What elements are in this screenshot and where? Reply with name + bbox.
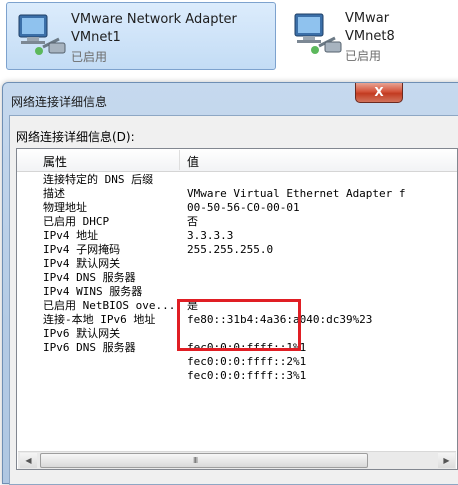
scroll-grip: III [193, 456, 198, 465]
property-cell: IPv4 子网掩码 [43, 243, 121, 256]
scroll-thumb[interactable]: III [40, 453, 368, 468]
value-cell: 00-50-56-C0-00-01 [187, 201, 300, 214]
adapter-network: VMnet1 [71, 30, 121, 45]
property-cell: 已启用 NetBIOS ove... [43, 299, 176, 312]
table-row[interactable]: IPv4 地址 3.3.3.3 [17, 229, 457, 243]
table-row[interactable]: fec0:0:0:ffff::3%1 [17, 369, 457, 383]
value-cell: VMware Virtual Ethernet Adapter f [187, 187, 406, 200]
value-cell: 3.3.3.3 [187, 229, 234, 242]
dialog-title: 网络连接详细信息 [11, 95, 108, 109]
column-header-property[interactable]: 属性 [43, 153, 67, 170]
value-cell: fec0:0:0:ffff::3%1 [187, 369, 307, 382]
ip-highlight-annotation [177, 299, 301, 351]
table-row[interactable]: 连接特定的 DNS 后缀 [17, 173, 457, 187]
scroll-left-icon[interactable]: ◀ [20, 453, 37, 468]
adapter-status: 已启用 [345, 49, 382, 63]
network-connections-strip: VMware Network Adapter VMnet1 已启用 VMwar … [0, 0, 458, 72]
property-cell: IPv6 默认网关 [43, 327, 121, 340]
column-separator[interactable] [179, 150, 180, 170]
network-adapter-icon [18, 14, 66, 55]
dialog-body: 网络连接详细信息(D): 属性 值 连接特定的 DNS 后缀 描述 VMware … [9, 115, 458, 485]
adapter-vmnet8[interactable]: VMwar VMnet8 已启用 [285, 2, 458, 68]
table-row[interactable]: 描述 VMware Virtual Ethernet Adapter f [17, 187, 457, 201]
property-cell: IPv6 DNS 服务器 [43, 341, 136, 354]
table-row[interactable]: 物理地址 00-50-56-C0-00-01 [17, 201, 457, 215]
column-header-value[interactable]: 值 [187, 153, 199, 170]
table-row[interactable]: fec0:0:0:ffff::2%1 [17, 355, 457, 369]
details-list-label: 网络连接详细信息(D): [16, 130, 135, 144]
property-cell: 已启用 DHCP [43, 215, 110, 228]
property-cell: IPv4 WINS 服务器 [43, 285, 143, 298]
property-cell: 连接-本地 IPv6 地址 [43, 313, 156, 326]
details-listview[interactable]: 属性 值 连接特定的 DNS 后缀 描述 VMware Virtual Ether… [16, 148, 458, 470]
table-row[interactable]: IPv4 子网掩码 255.255.255.0 [17, 243, 457, 257]
network-details-dialog: 网络连接详细信息 X 网络连接详细信息(D): 属性 值 连接特定的 DNS 后… [2, 82, 458, 485]
value-cell: 255.255.255.0 [187, 243, 274, 256]
table-row[interactable]: IPv4 DNS 服务器 [17, 271, 457, 285]
close-button[interactable]: X [355, 83, 403, 103]
adapter-vmnet1[interactable]: VMware Network Adapter VMnet1 已启用 [6, 2, 276, 70]
table-row[interactable]: IPv4 WINS 服务器 [17, 285, 457, 299]
table-row[interactable]: IPv4 默认网关 [17, 257, 457, 271]
close-icon: X [374, 85, 384, 99]
property-cell: IPv4 默认网关 [43, 257, 121, 270]
property-cell: 物理地址 [43, 201, 87, 214]
value-cell: 否 [187, 215, 198, 228]
property-cell: 描述 [43, 187, 65, 200]
adapter-name: VMware Network Adapter [71, 12, 237, 27]
horizontal-scrollbar[interactable]: ◀ III ▶ [18, 451, 456, 469]
value-cell: fec0:0:0:ffff::2%1 [187, 355, 307, 368]
adapter-status: 已启用 [71, 50, 108, 64]
table-row[interactable]: 已启用 DHCP 否 [17, 215, 457, 229]
details-rows: 连接特定的 DNS 后缀 描述 VMware Virtual Ethernet A… [17, 173, 457, 383]
property-cell: IPv4 DNS 服务器 [43, 271, 136, 284]
scroll-right-icon[interactable]: ▶ [438, 453, 455, 468]
property-cell: 连接特定的 DNS 后缀 [43, 173, 154, 186]
list-header: 属性 值 [17, 149, 457, 172]
network-adapter-icon [294, 13, 342, 54]
adapter-name: VMwar [345, 11, 390, 26]
property-cell: IPv4 地址 [43, 229, 99, 242]
adapter-network: VMnet8 [345, 29, 395, 44]
